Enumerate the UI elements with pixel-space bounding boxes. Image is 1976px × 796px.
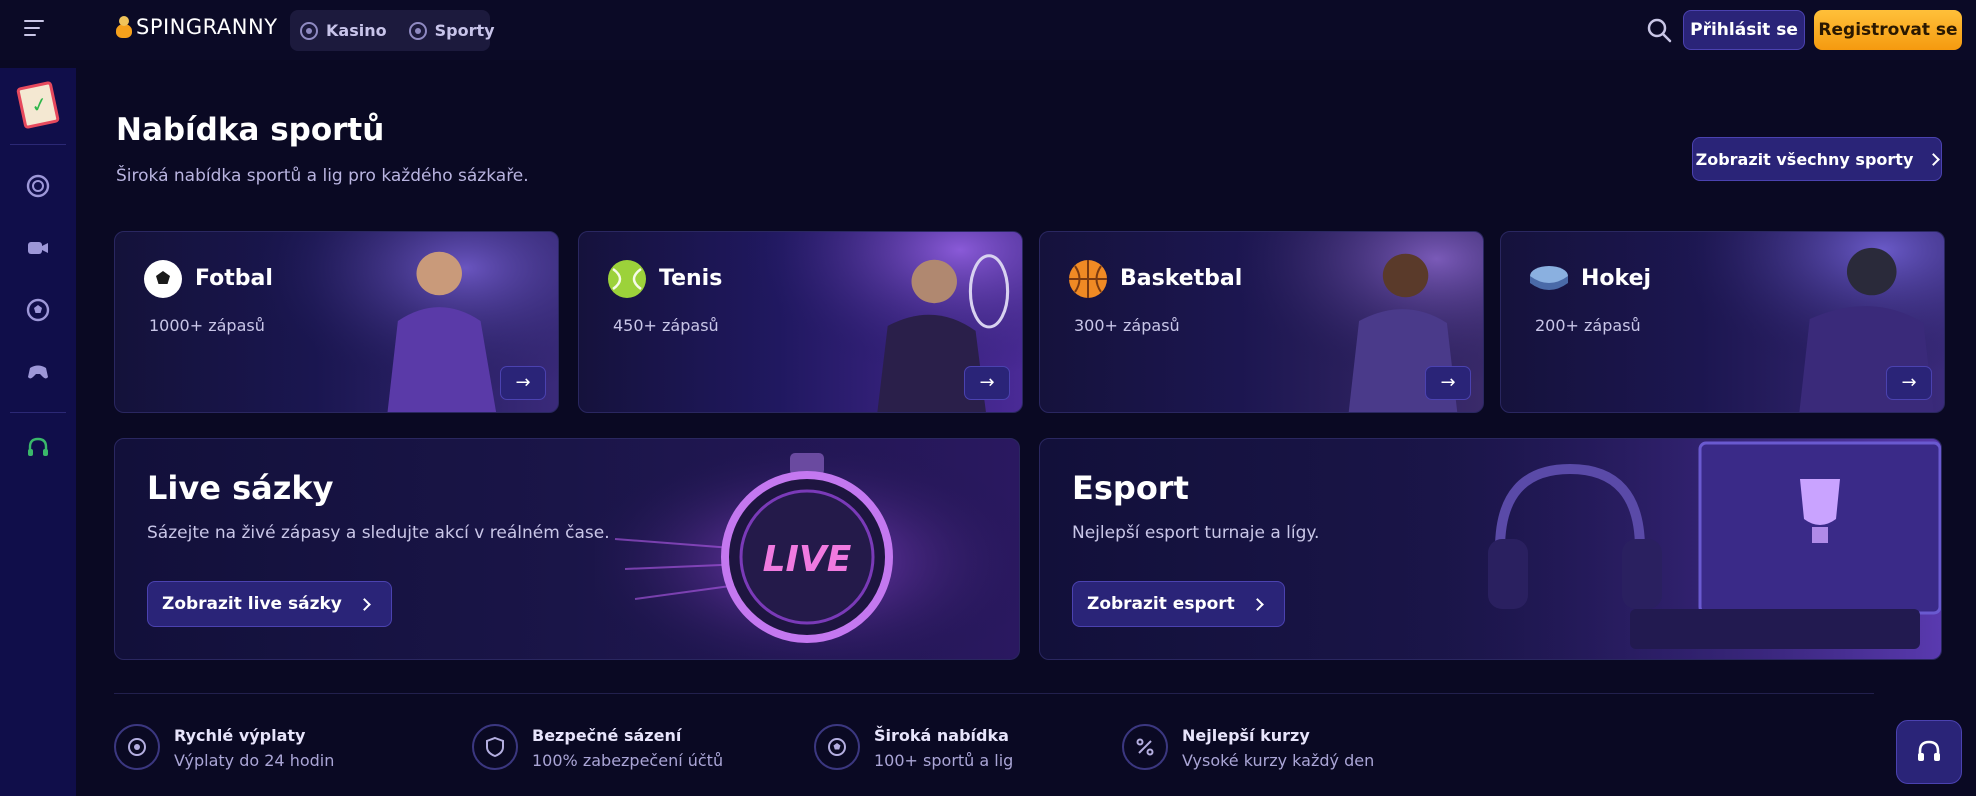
chevron-right-icon (357, 597, 371, 611)
esport-banner: Esport Nejlepší esport turnaje a lígy. Z… (1039, 438, 1942, 660)
esport-title: Esport (1072, 469, 1189, 507)
sport-name: Tenis (659, 266, 723, 291)
live-bets-banner: LIVE Live sázky Sázejte na živé zápasy a… (114, 438, 1020, 660)
page-title: Nabídka sportů (116, 112, 385, 148)
feature-subtitle: Výplaty do 24 hodin (174, 751, 335, 770)
sidebar-divider (10, 412, 66, 413)
view-esport-button[interactable]: Zobrazit esport (1072, 581, 1285, 627)
login-button[interactable]: Přihlásit se (1683, 10, 1805, 50)
arrow-right-icon: → (1440, 372, 1456, 393)
feature-title: Široká nabídka (874, 726, 1009, 745)
live-stopwatch-illustration: LIVE (595, 439, 1019, 659)
sport-name: Basketbal (1120, 266, 1243, 291)
site-logo[interactable]: SPINGRANNY (114, 14, 278, 40)
feature-best-odds: Nejlepší kurzy Vysoké kurzy každý den (1122, 724, 1374, 774)
chevron-right-icon (1927, 152, 1941, 166)
sport-name: Fotbal (195, 266, 273, 291)
sport-match-count: 300+ zápasů (1074, 316, 1180, 335)
open-sport-button[interactable]: → (1425, 366, 1471, 400)
top-header: SPINGRANNY Kasino Sporty Přihlásit se Re… (0, 0, 1976, 60)
sport-card-basketbal[interactable]: Basketbal 300+ zápasů → (1039, 231, 1484, 413)
casino-sports-switch: Kasino Sporty (290, 10, 495, 51)
view-live-bets-label: Zobrazit live sázky (162, 594, 342, 614)
tab-kasino-label: Kasino (326, 21, 387, 40)
casino-chip-icon (300, 21, 318, 40)
logo-text: SPINGRANNY (136, 15, 278, 39)
sidebar-item-live[interactable] (22, 232, 54, 264)
sidebar-item-casino[interactable] (22, 170, 54, 202)
view-esport-label: Zobrazit esport (1087, 594, 1235, 614)
sport-match-count: 1000+ zápasů (149, 316, 265, 335)
chevron-right-icon (1250, 597, 1264, 611)
promotions-clipboard-icon[interactable] (16, 80, 60, 130)
payout-coin-icon (114, 724, 160, 770)
tab-sporty[interactable]: Sporty (408, 21, 495, 40)
feature-title: Nejlepší kurzy (1182, 726, 1310, 745)
feature-fast-payouts: Rychlé výplaty Výplaty do 24 hodin (114, 724, 334, 774)
esport-subtitle: Nejlepší esport turnaje a lígy. (1072, 523, 1320, 543)
hockey-puck-icon (1530, 266, 1568, 290)
hamburger-menu-icon[interactable] (24, 20, 50, 42)
casino-chip-icon (26, 174, 50, 198)
arrow-right-icon: → (979, 372, 995, 393)
esport-gaming-setup-illustration (1400, 439, 1941, 659)
odds-icon (1122, 724, 1168, 770)
section-divider (114, 693, 1874, 694)
sidebar-item-support[interactable] (22, 432, 54, 464)
shield-icon (472, 724, 518, 770)
sport-card-fotbal[interactable]: Fotbal 1000+ zápasů → (114, 231, 559, 413)
soccer-ball-icon (26, 298, 50, 322)
register-button[interactable]: Registrovat se (1814, 10, 1962, 50)
left-sidebar (0, 68, 76, 796)
support-headset-icon (28, 437, 48, 456)
soccer-ball-icon (408, 21, 427, 40)
feature-safe-betting: Bezpečné sázení 100% zabezpečení účtů (472, 724, 723, 774)
sport-card-hokej[interactable]: Hokej 200+ zápasů → (1500, 231, 1945, 413)
page-subtitle: Široká nabídka sportů a lig pro každého … (116, 166, 529, 186)
feature-subtitle: 100+ sportů a lig (874, 751, 1014, 770)
live-camera-icon (28, 242, 48, 254)
view-live-bets-button[interactable]: Zobrazit live sázky (147, 581, 392, 627)
search-icon[interactable] (1645, 16, 1673, 44)
support-headset-icon (1918, 740, 1940, 761)
sidebar-item-sports[interactable] (22, 294, 54, 326)
feature-wide-offer: Široká nabídka 100+ sportů a lig (814, 724, 1013, 774)
arrow-right-icon: → (1901, 372, 1917, 393)
support-chat-button[interactable] (1896, 720, 1962, 784)
open-sport-button[interactable]: → (1886, 366, 1932, 400)
live-bets-title: Live sázky (147, 469, 334, 507)
view-all-sports-button[interactable]: Zobrazit všechny sporty (1692, 137, 1942, 181)
basketball-icon (1069, 260, 1107, 298)
sport-match-count: 450+ zápasů (613, 316, 719, 335)
live-bets-subtitle: Sázejte na živé zápasy a sledujte akcí v… (147, 523, 610, 543)
granny-logo-icon (114, 14, 132, 40)
feature-subtitle: 100% zabezpečení účtů (532, 751, 724, 770)
sport-match-count: 200+ zápasů (1535, 316, 1641, 335)
esport-gamepad-icon (28, 365, 48, 379)
sport-card-tenis[interactable]: Tenis 450+ zápasů → (578, 231, 1023, 413)
sidebar-item-esport[interactable] (22, 356, 54, 388)
feature-subtitle: Vysoké kurzy každý den (1182, 751, 1375, 770)
open-sport-button[interactable]: → (964, 366, 1010, 400)
open-sport-button[interactable]: → (500, 366, 546, 400)
sport-name: Hokej (1581, 266, 1652, 291)
view-all-sports-label: Zobrazit všechny sporty (1695, 149, 1914, 169)
arrow-right-icon: → (515, 372, 531, 393)
live-badge: LIVE (763, 539, 852, 580)
soccer-ball-icon (144, 260, 182, 298)
sidebar-divider (10, 144, 66, 145)
soccer-ball-icon (814, 724, 860, 770)
feature-title: Rychlé výplaty (174, 726, 306, 745)
tennis-ball-icon (608, 260, 646, 298)
tab-sporty-label: Sporty (434, 21, 495, 40)
feature-title: Bezpečné sázení (532, 726, 682, 745)
tab-kasino[interactable]: Kasino (300, 21, 387, 40)
